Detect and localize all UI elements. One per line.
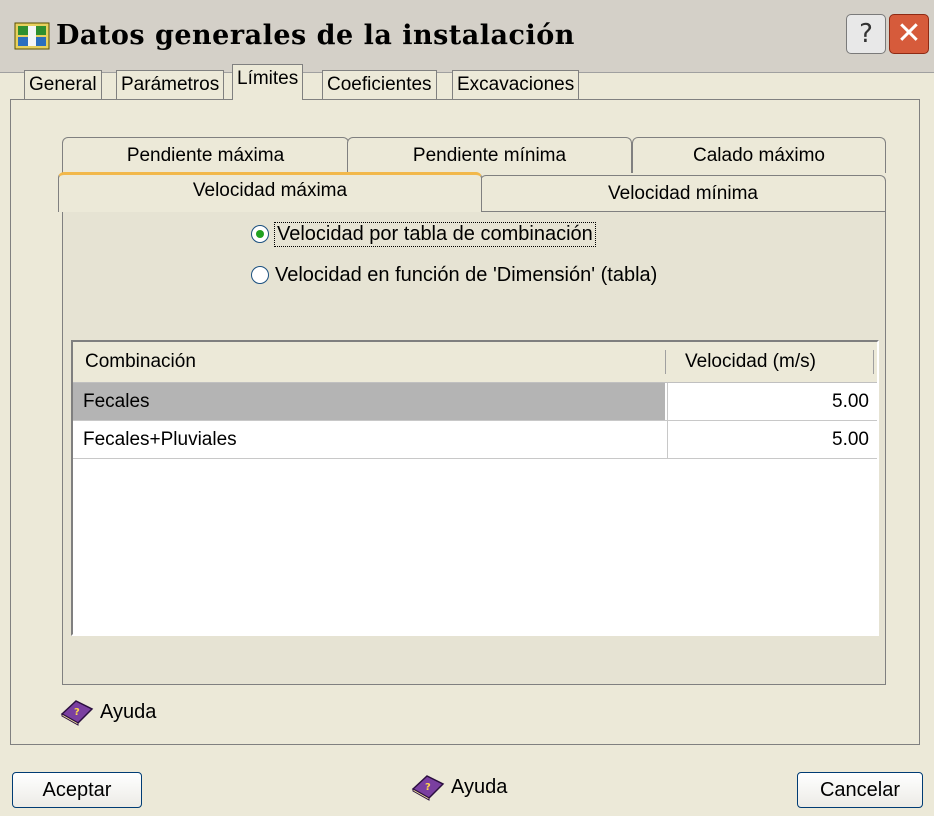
- tab-pendiente-maxima[interactable]: Pendiente máxima: [62, 137, 349, 173]
- radio-label-2: Velocidad en función de 'Dimensión' (tab…: [275, 263, 658, 286]
- help-book-icon: ?: [60, 700, 94, 726]
- radio-button-selected[interactable]: [251, 225, 269, 243]
- window-title: Datos generales de la instalación: [56, 20, 575, 51]
- radio-dot: [256, 230, 264, 238]
- tab-limites[interactable]: Límites: [232, 64, 304, 100]
- velocidad-table: Combinación Velocidad (m/s) Fecales 5.00…: [71, 340, 879, 636]
- accept-button[interactable]: Aceptar: [12, 772, 142, 808]
- tab-velocidad-minima[interactable]: Velocidad mínima: [480, 175, 886, 211]
- cell-velocidad[interactable]: 5.00: [667, 421, 877, 458]
- tab-parametros[interactable]: Parámetros: [116, 70, 225, 100]
- tab-velocidad-maxima[interactable]: Velocidad máxima: [58, 172, 482, 212]
- cell-velocidad[interactable]: 5.00: [667, 383, 877, 420]
- help-label: Ayuda: [100, 700, 157, 723]
- help-book-icon: ?: [411, 775, 445, 801]
- tab-calado-maximo[interactable]: Calado máximo: [632, 137, 886, 173]
- radio-label-1: Velocidad por tabla de combinación: [274, 221, 596, 247]
- table-row[interactable]: Fecales 5.00: [73, 383, 877, 421]
- help-link-bottom[interactable]: ? Ayuda: [411, 773, 507, 801]
- cancel-button[interactable]: Cancelar: [797, 772, 923, 808]
- tab-excavaciones[interactable]: Excavaciones: [452, 70, 580, 100]
- header-separator: [873, 350, 874, 374]
- table-row[interactable]: Fecales+Pluviales 5.00: [73, 421, 877, 459]
- header-combinacion[interactable]: Combinación: [85, 342, 196, 382]
- radio-option-dimension[interactable]: Velocidad en función de 'Dimensión' (tab…: [251, 260, 657, 290]
- table-header: Combinación Velocidad (m/s): [73, 342, 877, 383]
- radio-button[interactable]: [251, 266, 269, 284]
- header-velocidad[interactable]: Velocidad (m/s): [685, 342, 816, 382]
- dialog-window: Datos generales de la instalación ? ✕ Ge…: [0, 0, 934, 816]
- tab-pendiente-minima[interactable]: Pendiente mínima: [347, 137, 632, 173]
- header-separator: [665, 350, 666, 374]
- svg-text:?: ?: [74, 707, 80, 718]
- radio-option-tabla-combinacion[interactable]: Velocidad por tabla de combinación: [251, 219, 596, 249]
- svg-text:?: ?: [425, 782, 431, 793]
- title-bar: Datos generales de la instalación ? ✕: [0, 0, 934, 73]
- tab-general[interactable]: General: [24, 70, 102, 100]
- cell-combinacion[interactable]: Fecales: [73, 383, 665, 420]
- help-label: Ayuda: [451, 775, 508, 798]
- app-icon: [14, 22, 50, 50]
- help-link-panel[interactable]: ? Ayuda: [60, 698, 156, 726]
- title-help-button[interactable]: ?: [846, 14, 886, 54]
- title-close-button[interactable]: ✕: [889, 14, 929, 54]
- cell-combinacion[interactable]: Fecales+Pluviales: [73, 421, 665, 458]
- tab-coeficientes[interactable]: Coeficientes: [322, 70, 437, 100]
